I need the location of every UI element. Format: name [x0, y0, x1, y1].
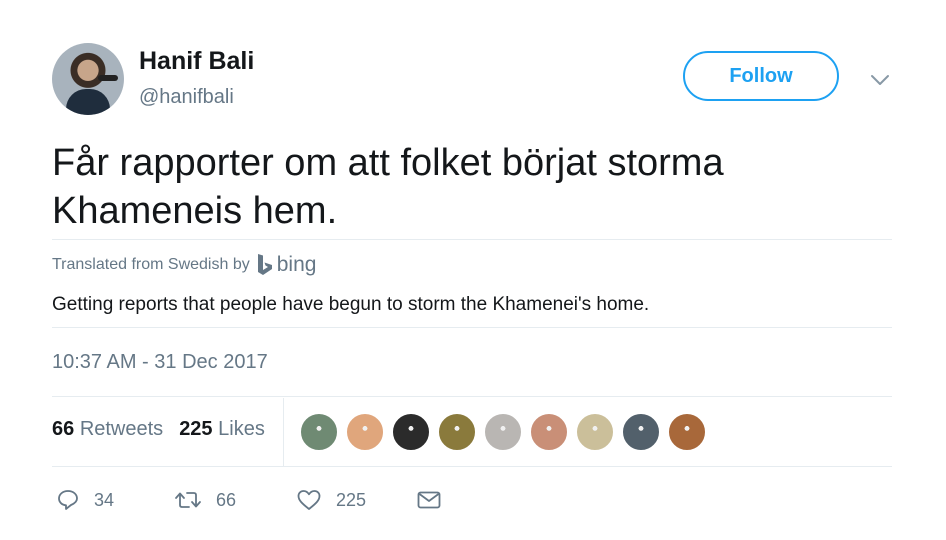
divider [52, 396, 892, 397]
tweet-card: Hanif Bali @hanifbali Follow Får rapport… [0, 0, 946, 540]
liker-avatar[interactable] [668, 413, 706, 451]
reply-button[interactable]: 34 [56, 488, 114, 512]
liker-avatar[interactable] [392, 413, 430, 451]
retweet-icon [175, 492, 201, 508]
likes-label: Likes [218, 418, 265, 440]
retweet-count: 66 [216, 489, 237, 510]
translation-attribution: Translated from Swedish by bing [52, 253, 316, 277]
liker-avatars [300, 413, 706, 451]
retweets-label: Retweets [79, 418, 164, 440]
stats-divider [283, 398, 284, 466]
user-name[interactable]: Hanif Bali [139, 47, 254, 76]
liker-avatar[interactable] [484, 413, 522, 451]
liker-avatar[interactable] [300, 413, 338, 451]
liker-avatar[interactable] [576, 413, 614, 451]
liker-avatar[interactable] [346, 413, 384, 451]
bing-icon [257, 254, 272, 275]
divider [52, 466, 892, 467]
retweets-count: 66 [52, 418, 75, 440]
likes-stat[interactable]: 225 Likes [179, 418, 265, 441]
envelope-icon [417, 491, 441, 509]
avatar-microphone [98, 75, 118, 81]
direct-message-button[interactable] [416, 488, 442, 512]
translated-from-label: Translated from Swedish by [52, 256, 250, 273]
bing-logo[interactable]: bing [256, 253, 317, 277]
divider [52, 239, 892, 240]
tweet-timestamp[interactable]: 10:37 AM - 31 Dec 2017 [52, 351, 268, 374]
reply-icon [58, 490, 78, 510]
retweet-button[interactable]: 66 [174, 488, 236, 512]
tweet-text: Får rapporter om att folket börjat storm… [52, 142, 724, 232]
retweets-stat[interactable]: 66 Retweets [52, 418, 163, 441]
like-button[interactable]: 225 [296, 488, 366, 512]
reply-count: 34 [94, 489, 115, 510]
chevron-down-icon[interactable] [869, 69, 891, 91]
divider [52, 327, 892, 328]
follow-button[interactable]: Follow [683, 51, 839, 101]
bing-wordmark: bing [276, 253, 317, 276]
user-handle[interactable]: @hanifbali [139, 86, 234, 109]
liker-avatar[interactable] [438, 413, 476, 451]
avatar[interactable] [52, 43, 124, 115]
translated-text: Getting reports that people have begun t… [52, 294, 650, 315]
liker-avatar[interactable] [530, 413, 568, 451]
likes-count: 225 [179, 418, 213, 440]
tweet-stats: 66 Retweets 225 Likes [52, 418, 265, 441]
like-count: 225 [336, 489, 367, 510]
heart-icon [297, 490, 321, 510]
tweet-actions: 34 66 225 [56, 488, 496, 518]
liker-avatar[interactable] [622, 413, 660, 451]
avatar-suit [66, 89, 110, 115]
